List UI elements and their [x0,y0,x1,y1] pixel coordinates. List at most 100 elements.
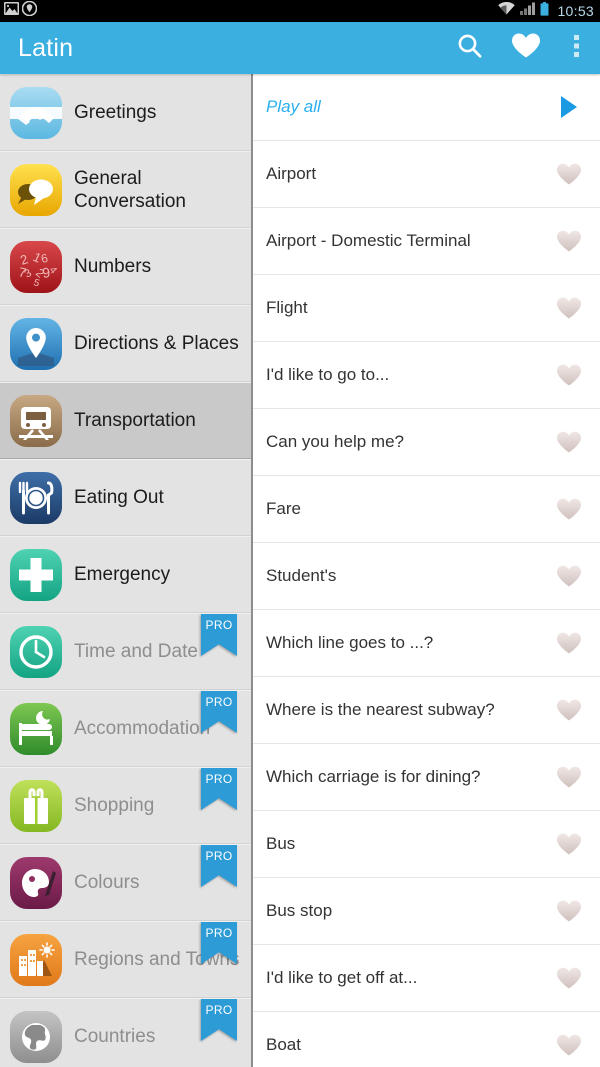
sidebar-item-directions-places[interactable]: Directions & Places [0,305,251,382]
heart-outline-icon [556,497,582,521]
status-bar-notifications [4,0,38,21]
category-icon: 216732954 [10,240,62,293]
pro-badge[interactable]: PRO [201,999,237,1041]
sidebar-item-countries[interactable]: Countries PRO [0,998,251,1067]
favorite-button[interactable] [538,698,600,722]
favorite-button[interactable] [538,363,600,387]
sidebar-item-time-and-date[interactable]: Time and Date PRO [0,613,251,690]
pro-badge[interactable]: PRO [201,768,237,810]
sidebar-item-emergency[interactable]: Emergency [0,536,251,613]
heart-outline-icon [556,363,582,387]
sidebar-item-colours[interactable]: Colours PRO [0,844,251,921]
sidebar-item-label: Countries [74,1026,156,1047]
favorite-button[interactable] [538,966,600,990]
sidebar-item-label: Shopping [74,795,155,816]
heart-outline-icon [556,899,582,923]
sidebar-item-label: Time and Date [74,641,198,662]
search-icon [456,32,484,65]
pro-badge[interactable]: PRO [201,922,237,964]
sidebar-item-label: Eating Out [74,487,164,508]
pro-badge-label: PRO [205,849,233,863]
sidebar-item-label: Emergency [74,564,171,585]
favorite-button[interactable] [538,899,600,923]
phrase-row[interactable]: Bus [253,811,600,878]
phrase-label: Which carriage is for dining? [266,767,481,786]
phrase-label: I'd like to go to... [266,365,390,384]
sidebar-item-transportation[interactable]: Transportation [0,382,251,459]
sidebar-item-eating-out[interactable]: Eating Out [0,459,251,536]
search-button[interactable] [442,22,498,74]
sidebar-item-greetings[interactable]: Greetings [0,74,251,151]
favorite-button[interactable] [538,497,600,521]
phrase-row[interactable]: Fare [253,476,600,543]
heart-outline-icon [556,631,582,655]
phrase-row[interactable]: I'd like to go to... [253,342,600,409]
sidebar-item-regions-and-towns[interactable]: Regions and Towns PRO [0,921,251,998]
phrase-row[interactable]: Where is the nearest subway? [253,677,600,744]
favorite-button[interactable] [538,564,600,588]
pro-badge-label: PRO [205,926,233,940]
phrase-label: I'd like to get off at... [266,968,418,987]
favorite-button[interactable] [538,296,600,320]
pro-badge[interactable]: PRO [201,845,237,887]
sidebar-item-general-conversation[interactable]: General Conversation [0,151,251,228]
heart-outline-icon [556,966,582,990]
play-all-button[interactable] [538,95,600,119]
heart-outline-icon [556,564,582,588]
phrase-label: Bus [266,834,296,853]
sidebar-item-numbers[interactable]: 2 1 6 7 3 2 9 5 4 Numbers [0,228,251,305]
favorite-button[interactable] [538,631,600,655]
status-bar-clock: 10:53 [557,3,594,19]
heart-icon [511,32,541,64]
play-all-label: Play all [266,97,321,116]
pro-badge-label: PRO [205,1003,233,1017]
category-icon [10,625,62,678]
sidebar-item-accommodation[interactable]: Accommodation PRO [0,690,251,767]
action-bar-buttons [442,22,600,74]
favorites-button[interactable] [498,22,554,74]
overflow-menu-button[interactable] [554,22,600,74]
heart-outline-icon [556,162,582,186]
phrase-row[interactable]: Flight [253,275,600,342]
phrase-label: Can you help me? [266,432,404,451]
phrase-label: Flight [266,298,308,317]
category-icon [10,394,62,447]
pro-badge[interactable]: PRO [201,691,237,733]
pro-badge-label: PRO [205,618,233,632]
favorite-button[interactable] [538,832,600,856]
phrase-row[interactable]: Can you help me? [253,409,600,476]
phrase-label: Fare [266,499,301,518]
pro-badge-label: PRO [205,772,233,786]
favorite-button[interactable] [538,162,600,186]
category-sidebar[interactable]: Greetings General Conversation 2 1 6 7 3 2 9 5 4 Nu… [0,74,253,1067]
phrase-row[interactable]: Airport - Domestic Terminal [253,208,600,275]
phrase-row[interactable]: Bus stop [253,878,600,945]
phrase-row[interactable]: Boat [253,1012,600,1067]
status-bar: 10:53 [0,0,600,22]
phrase-row[interactable]: Student's [253,543,600,610]
favorite-button[interactable] [538,430,600,454]
category-icon [10,471,62,524]
app-screen: 10:53 Latin Greetings General Conversati… [0,0,600,1067]
action-bar: Latin [0,22,600,74]
sidebar-item-label: Colours [74,872,140,893]
sidebar-item-label: Numbers [74,256,152,277]
location-shield-icon [21,0,38,21]
favorite-button[interactable] [538,1033,600,1057]
pro-badge[interactable]: PRO [201,614,237,656]
image-icon [4,2,19,20]
phrase-row[interactable]: Which carriage is for dining? [253,744,600,811]
phrase-label: Where is the nearest subway? [266,700,495,719]
status-bar-system-icons: 10:53 [498,1,594,21]
favorite-button[interactable] [538,765,600,789]
phrase-label: Which line goes to ...? [266,633,434,652]
favorite-button[interactable] [538,229,600,253]
sidebar-item-shopping[interactable]: Shopping PRO [0,767,251,844]
phrase-list[interactable]: Play all Airport Airport - Domestic Termi… [253,74,600,1067]
phrase-row[interactable]: I'd like to get off at... [253,945,600,1012]
phrase-row[interactable]: Airport [253,141,600,208]
heart-outline-icon [556,1033,582,1057]
phrase-row[interactable]: Which line goes to ...? [253,610,600,677]
category-icon [10,779,62,832]
play-all-row[interactable]: Play all [253,74,600,141]
